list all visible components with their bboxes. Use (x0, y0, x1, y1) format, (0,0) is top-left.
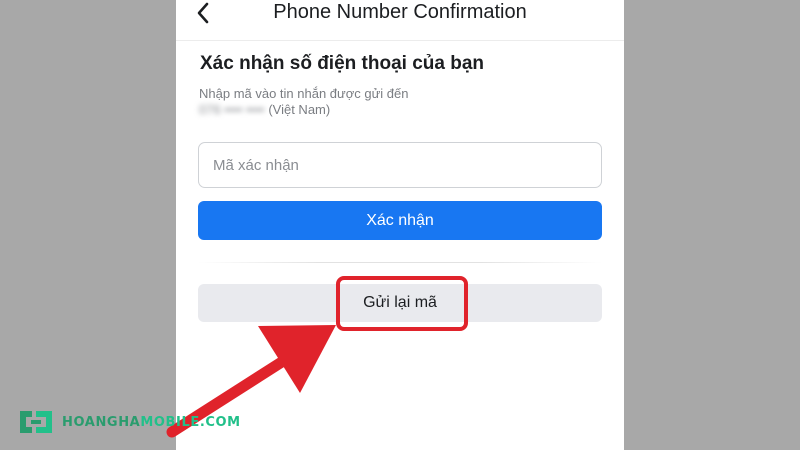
watermark-text: HOANGHAMOBILE.COM (62, 414, 241, 430)
confirm-button[interactable]: Xác nhận (198, 201, 602, 240)
instruction-text: Nhập mã vào tin nhắn được gửi đến (199, 86, 409, 101)
top-nav-bar: Phone Number Confirmation (176, 0, 624, 41)
hoangha-logo-icon (20, 411, 52, 433)
page-title: Phone Number Confirmation (273, 1, 527, 23)
divider (198, 262, 602, 263)
masked-phone-number: 076 •••• •••• (199, 102, 265, 117)
watermark-logo: HOANGHAMOBILE.COM (16, 406, 241, 438)
resend-code-button[interactable]: Gửi lại mã (198, 284, 602, 322)
phone-number-line: 076 •••• •••• (Việt Nam) (199, 102, 330, 117)
phone-screen: Phone Number Confirmation Xác nhận số đi… (176, 0, 624, 450)
country-label: (Việt Nam) (268, 102, 331, 117)
confirmation-code-input[interactable] (198, 142, 602, 188)
confirm-heading: Xác nhận số điện thoại của bạn (200, 53, 484, 74)
